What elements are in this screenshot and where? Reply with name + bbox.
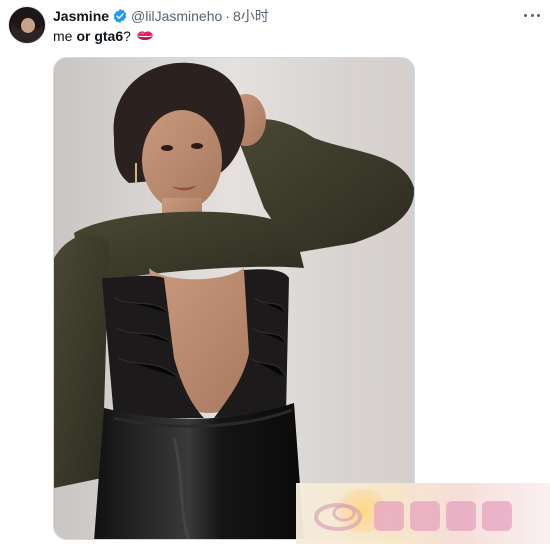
tweet-header: Jasmine @lilJasmineho · 8小时 xyxy=(53,7,269,25)
watermark-overlay xyxy=(296,483,550,544)
tweet-card[interactable]: Jasmine @lilJasmineho · 8小时 me or gta6 ? xyxy=(0,0,550,544)
timestamp[interactable]: 8小时 xyxy=(233,6,269,26)
more-horizontal-icon[interactable] xyxy=(521,8,543,22)
watermark-logo-icon xyxy=(314,501,512,531)
user-handle[interactable]: @lilJasmineho xyxy=(131,8,222,24)
photo-illustration xyxy=(54,58,414,539)
avatar[interactable] xyxy=(8,6,46,44)
tweet-text: me or gta6 ? xyxy=(53,28,154,44)
avatar-face xyxy=(21,18,35,33)
separator-dot: · xyxy=(225,8,230,24)
verified-badge-icon[interactable] xyxy=(112,8,128,24)
tweet-text-plain: me xyxy=(53,28,73,44)
lips-kiss-emoji-icon xyxy=(136,29,154,43)
tweet-media-photo[interactable] xyxy=(53,57,415,540)
tweet-text-bold: or gta6 xyxy=(76,28,124,44)
tweet-text-tail: ? xyxy=(123,28,131,44)
display-name[interactable]: Jasmine xyxy=(53,8,109,24)
